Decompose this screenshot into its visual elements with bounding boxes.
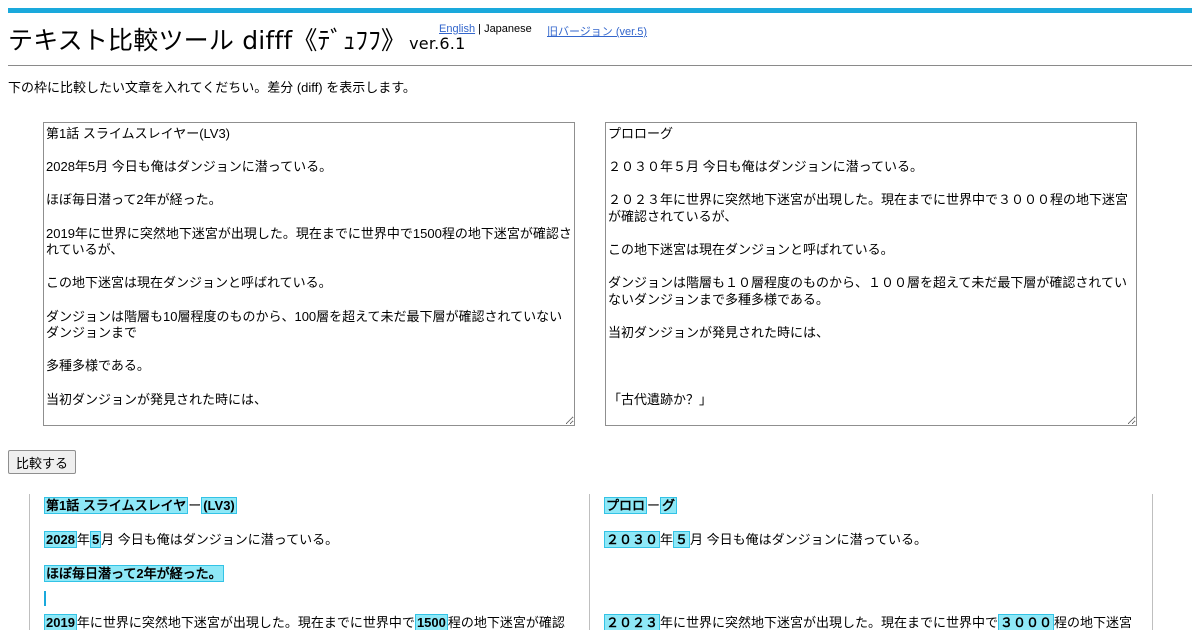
diff-common: 月 今日も俺はダンジョンに潜っている。 (690, 532, 928, 547)
diff-added: 2028 (44, 531, 77, 548)
left-text-input[interactable] (43, 122, 575, 426)
diff-common: 程の地下迷宮 (1054, 615, 1133, 630)
diff-added: プロロ (604, 497, 648, 514)
diff-empty-marker (44, 591, 46, 606)
diff-added: グ (660, 497, 678, 514)
diff-added: 5 (89, 531, 102, 548)
diff-line: ２０３０ 年 ５ 月 今日も俺はダンジョンに潜っている。 (604, 531, 927, 549)
diff-common: 程の地下迷宮が確認 (447, 615, 565, 630)
diff-added: (LV3) (201, 497, 237, 514)
right-text-input[interactable] (605, 122, 1137, 426)
old-version: 旧バージョン (ver.5) (547, 23, 647, 39)
diff-line: ほぼ毎日潜って2年が経った。 (44, 565, 224, 583)
english-link[interactable]: English (439, 23, 475, 35)
diff-common: ー (647, 498, 661, 513)
language-switcher: English | Japanese (439, 23, 532, 35)
diff-line: ２０２３ 年に世界に突然地下迷宮が出現した。現在までに世界中で ３０００ 程の地下迷宮 (604, 614, 1132, 630)
diff-common: 年に世界に突然地下迷宮が出現した。現在までに世界中で (76, 615, 415, 630)
diff-added: ２０３０ (604, 531, 661, 548)
diff-line: 2019 年に世界に突然地下迷宮が出現した。現在までに世界中で 1500 程の地下迷宮… (44, 614, 565, 630)
title-text: テキスト比較ツール difff《ﾃﾞｭﾌﾌ》 (8, 26, 407, 55)
diff-common: 年 (76, 532, 90, 547)
diff-common: 月 今日も俺はダンジョンに潜っている。 (101, 532, 339, 547)
diff-line: 2028 年 5 月 今日も俺はダンジョンに潜っている。 (44, 531, 338, 549)
japanese-label: Japanese (484, 23, 532, 35)
diff-added: 第1話 スライムスレイヤ (44, 497, 189, 514)
instructions-text: 下の枠に比較したい文章を入れてくだちい。差分 (diff) を表示します。 (8, 80, 416, 95)
diff-line: 第1話 スライムスレイヤー (LV3) (44, 497, 237, 515)
lang-separator: | (478, 23, 481, 35)
compare-button[interactable]: 比較する (8, 450, 76, 474)
old-version-link[interactable]: 旧バージョン (ver.5) (547, 26, 647, 38)
diff-common: 年 (660, 532, 674, 547)
diff-added: ５ (673, 531, 691, 548)
page-title: テキスト比較ツール difff《ﾃﾞｭﾌﾌ》 ver.6.1 (8, 24, 465, 61)
diff-added: 2019 (44, 614, 77, 630)
version-label: ver.6.1 (409, 34, 466, 53)
diff-common: 年に世界に突然地下迷宮が出現した。現在までに世界中で (660, 615, 999, 630)
header-divider (8, 65, 1192, 66)
diff-added: ２０２３ (604, 614, 661, 630)
diff-added: ほぼ毎日潜って2年が経った。 (44, 565, 224, 582)
diff-common: ー (188, 498, 202, 513)
diff-added: ３０００ (998, 614, 1055, 630)
diff-result-right: プロローグ ２０３０ 年 ５ 月 今日も俺はダンジョンに潜っている。 ２０２３ 年に世界… (589, 494, 1153, 630)
header: テキスト比較ツール difff《ﾃﾞｭﾌﾌ》 ver.6.1 English | … (8, 22, 1192, 65)
diff-added: 1500 (414, 614, 448, 630)
diff-line: プロローグ (604, 497, 678, 515)
top-accent-bar (8, 8, 1192, 13)
diff-result-left: 第1話 スライムスレイヤー (LV3) 2028 年 5 月 今日も俺はダンジョンに潜っ… (29, 494, 590, 630)
